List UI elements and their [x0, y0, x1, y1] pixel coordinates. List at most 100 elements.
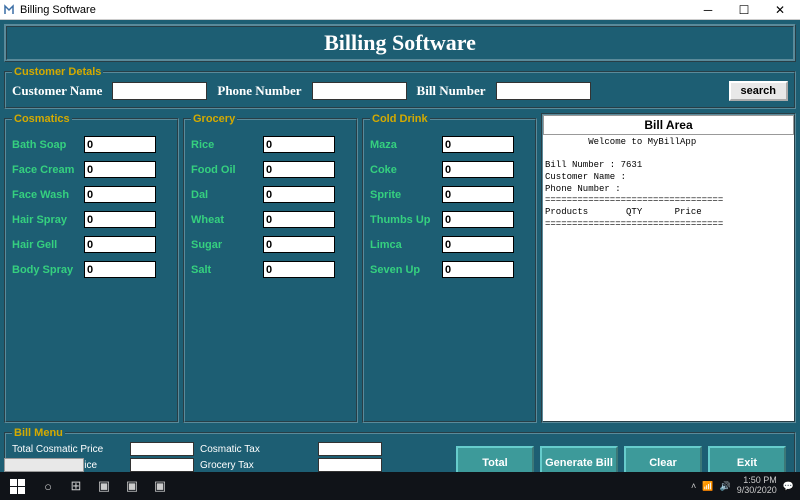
customer-legend: Customer Detals: [12, 66, 103, 78]
bill-area-panel: Bill Area Welcome to MyBillApp Bill Numb…: [541, 113, 796, 423]
product-row: Coke: [370, 161, 529, 178]
cosmatics-item-input[interactable]: [84, 211, 156, 228]
tax-label: Grocery Tax: [200, 460, 318, 471]
product-row: Face Wash: [12, 186, 171, 203]
product-row: Bath Soap: [12, 136, 171, 153]
phone-number-input[interactable]: [312, 82, 407, 100]
product-row: Hair Spray: [12, 211, 171, 228]
tray-chevron-icon[interactable]: ˄: [691, 481, 696, 491]
product-row: Thumbs Up: [370, 211, 529, 228]
colddrink-item-label: Sprite: [370, 189, 442, 201]
maximize-button[interactable]: ☐: [726, 1, 762, 19]
grocery-item-label: Rice: [191, 139, 263, 151]
cosmatics-item-input[interactable]: [84, 236, 156, 253]
grocery-item-input[interactable]: [263, 161, 335, 178]
bill-number-label: Bill Number: [417, 83, 486, 99]
grocery-item-input[interactable]: [263, 261, 335, 278]
grocery-legend: Grocery: [191, 113, 237, 125]
search-icon[interactable]: ○: [34, 472, 62, 500]
customer-name-label: Customer Name: [12, 83, 102, 99]
colddrink-item-input[interactable]: [442, 186, 514, 203]
minimize-button[interactable]: ─: [690, 1, 726, 19]
product-row: Dal: [191, 186, 350, 203]
product-row: Salt: [191, 261, 350, 278]
product-row: Face Cream: [12, 161, 171, 178]
close-button[interactable]: ✕: [762, 1, 798, 19]
taskbar: ○ ⊞ ▣ ▣ ▣ ˄ 📶 🔊 1:50 PM 9/30/2020 💬: [0, 472, 800, 500]
bill-number-input[interactable]: [496, 82, 591, 100]
product-row: Rice: [191, 136, 350, 153]
tax-input[interactable]: [318, 458, 382, 472]
taskbar-app-icon[interactable]: ▣: [146, 472, 174, 500]
product-row: Wheat: [191, 211, 350, 228]
cosmatics-item-label: Bath Soap: [12, 139, 84, 151]
tray-network-icon[interactable]: 📶: [702, 481, 713, 492]
products-row: Cosmatics Bath SoapFace CreamFace WashHa…: [4, 113, 796, 423]
phone-number-label: Phone Number: [217, 83, 301, 99]
cosmatics-panel: Cosmatics Bath SoapFace CreamFace WashHa…: [4, 113, 179, 423]
colddrink-legend: Cold Drink: [370, 113, 430, 125]
colddrink-item-input[interactable]: [442, 211, 514, 228]
grocery-item-input[interactable]: [263, 236, 335, 253]
app-icon: [2, 3, 16, 17]
cosmatics-item-label: Body Spray: [12, 264, 84, 276]
product-row: Sprite: [370, 186, 529, 203]
tray-notifications-icon[interactable]: 💬: [783, 481, 794, 492]
cosmatics-item-input[interactable]: [84, 186, 156, 203]
colddrink-item-label: Seven Up: [370, 264, 442, 276]
taskbar-app-icon[interactable]: ▣: [118, 472, 146, 500]
tax-input[interactable]: [318, 442, 382, 456]
cosmatics-item-label: Face Cream: [12, 164, 84, 176]
customer-details-panel: Customer Detals Customer Name Phone Numb…: [4, 66, 796, 109]
bill-area-header: Bill Area: [543, 115, 794, 135]
grocery-panel: Grocery Rice Food Oil Dal Wheat Sugar Salt: [183, 113, 358, 423]
product-row: Maza: [370, 136, 529, 153]
colddrink-item-input[interactable]: [442, 136, 514, 153]
tray-date: 9/30/2020: [737, 486, 777, 496]
system-tray[interactable]: ˄ 📶 🔊 1:50 PM 9/30/2020 💬: [685, 476, 800, 496]
search-button[interactable]: search: [729, 81, 788, 101]
grocery-item-label: Wheat: [191, 214, 263, 226]
grocery-item-input[interactable]: [263, 136, 335, 153]
app-body: Billing Software Customer Detals Custome…: [0, 20, 800, 500]
cosmatics-item-label: Hair Spray: [12, 214, 84, 226]
grocery-item-input[interactable]: [263, 211, 335, 228]
grocery-item-label: Food Oil: [191, 164, 263, 176]
total-input[interactable]: [130, 442, 194, 456]
total-label: Total Cosmatic Price: [12, 444, 130, 455]
colddrink-item-label: Limca: [370, 239, 442, 251]
cosmatics-item-input[interactable]: [84, 261, 156, 278]
grocery-item-input[interactable]: [263, 186, 335, 203]
colddrink-item-label: Thumbs Up: [370, 214, 442, 226]
colddrink-item-input[interactable]: [442, 161, 514, 178]
titlebar: Billing Software ─ ☐ ✕: [0, 0, 800, 20]
taskview-icon[interactable]: ⊞: [62, 472, 90, 500]
total-input[interactable]: [130, 458, 194, 472]
product-row: Limca: [370, 236, 529, 253]
product-row: Body Spray: [12, 261, 171, 278]
product-row: Food Oil: [191, 161, 350, 178]
tray-volume-icon[interactable]: 🔊: [720, 481, 731, 492]
bill-menu-legend: Bill Menu: [12, 427, 65, 439]
colddrink-item-input[interactable]: [442, 236, 514, 253]
cosmatics-item-input[interactable]: [84, 161, 156, 178]
colddrink-item-label: Coke: [370, 164, 442, 176]
start-button[interactable]: [0, 472, 34, 500]
app-banner: Billing Software: [4, 24, 796, 62]
menu-row: Grocery Tax: [200, 458, 382, 472]
grocery-item-label: Sugar: [191, 239, 263, 251]
scrollbar-stub[interactable]: [4, 458, 84, 472]
tray-clock[interactable]: 1:50 PM 9/30/2020: [737, 476, 777, 496]
colddrink-item-input[interactable]: [442, 261, 514, 278]
app-window: Billing Software ─ ☐ ✕ Billing Software …: [0, 0, 800, 500]
bill-area-text: Welcome to MyBillApp Bill Number : 7631 …: [543, 135, 794, 421]
grocery-item-label: Salt: [191, 264, 263, 276]
cosmatics-item-label: Face Wash: [12, 189, 84, 201]
taskbar-app-icon[interactable]: ▣: [90, 472, 118, 500]
cosmatics-item-input[interactable]: [84, 136, 156, 153]
product-row: Seven Up: [370, 261, 529, 278]
colddrink-panel: Cold Drink Maza Coke Sprite Thumbs Up Limca S…: [362, 113, 537, 423]
product-row: Hair Gell: [12, 236, 171, 253]
customer-name-input[interactable]: [112, 82, 207, 100]
windows-logo-icon: [10, 479, 25, 494]
